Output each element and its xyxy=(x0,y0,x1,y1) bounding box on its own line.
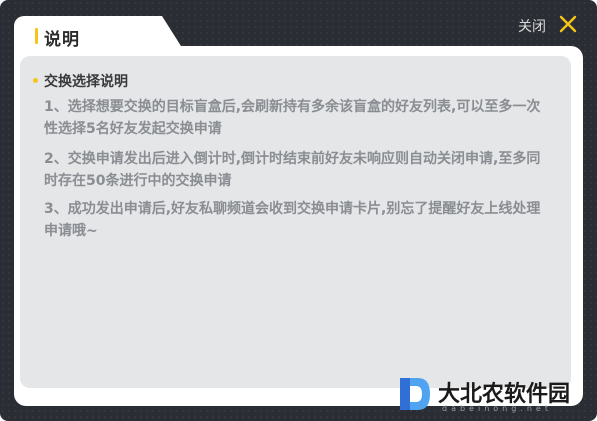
watermark-url: dabeinong.net xyxy=(442,404,552,413)
logo-icon xyxy=(400,378,430,410)
close-icon[interactable] xyxy=(558,14,578,34)
title-accent-bar xyxy=(35,28,38,44)
rule-item-3: 3、成功发出申请后,好友私聊频道会收到交换申请卡片,别忘了提醒好友上线处理申请哦… xyxy=(44,201,541,239)
bullet-dot-icon xyxy=(33,78,38,83)
dialog-frame: 说明 关闭 交换选择说明 1、选择想要交换的目标盲盒后,会刷新持有多余该盲盒的好… xyxy=(0,0,597,421)
section-title: 交换选择说明 xyxy=(44,74,128,90)
watermark: 大北农软件园 dabeinong.net xyxy=(398,374,590,418)
title-tab xyxy=(14,16,186,54)
rule-item-1: 1、选择想要交换的目标盲盒后,会刷新持有多余该盲盒的好友列表,可以至多一次性选择… xyxy=(44,99,541,137)
rule-item-2: 2、交换申请发出后进入倒计时,倒计时结束前好友未响应则自动关闭申请,至多同时存在… xyxy=(44,151,541,189)
close-label[interactable]: 关闭 xyxy=(518,16,546,36)
dialog-title: 说明 xyxy=(44,30,80,50)
